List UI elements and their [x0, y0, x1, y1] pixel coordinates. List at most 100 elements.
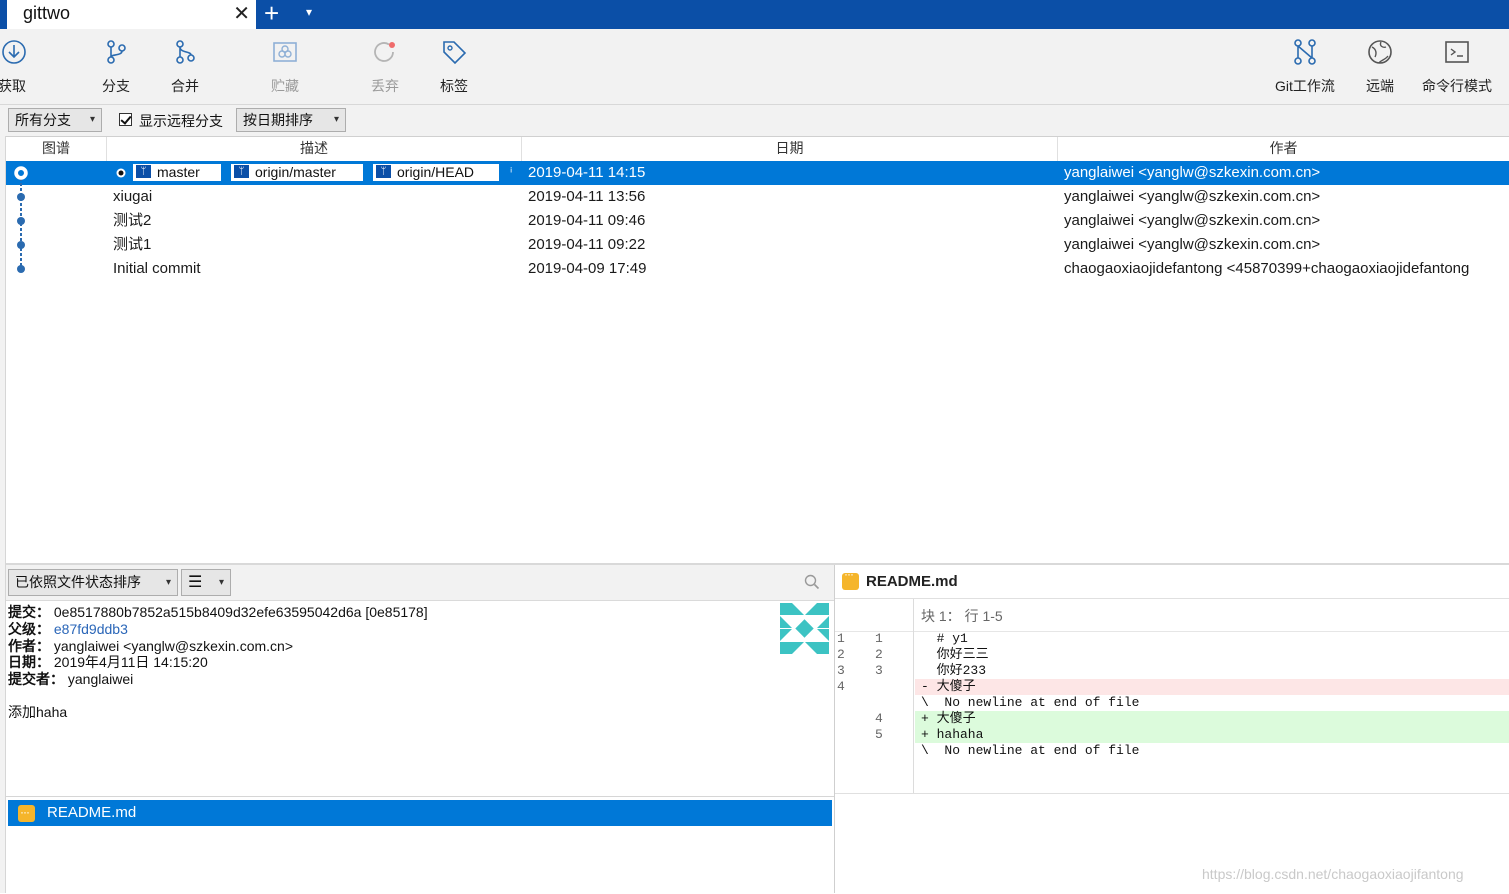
old-line-number: 2: [837, 647, 845, 662]
new-line-number: 4: [875, 711, 883, 726]
stash-label: 贮藏: [271, 78, 299, 94]
filter-bar: 所有分支 ▾ 显示远程分支 按日期排序 ▾: [0, 105, 1509, 137]
diff-line-text: 你好233: [921, 663, 987, 678]
column-date[interactable]: 日期: [522, 137, 1058, 161]
merge-label: 合并: [171, 78, 199, 94]
commit-graph: [14, 166, 28, 273]
new-line-number: 2: [875, 647, 883, 662]
commit-author: yanglaiwei <yanglw@szkexin.com.cn>: [1064, 236, 1321, 253]
old-line-number: 1: [837, 631, 845, 646]
diff-line-added: 5 + hahaha: [835, 727, 1509, 743]
avatar: [780, 603, 829, 654]
commit-row[interactable]: xiugai 2019-04-11 13:56 yanglaiwei <yang…: [6, 185, 1509, 209]
diff-line-text: \ No newline at end of file: [921, 743, 1140, 758]
detail-commit-value: 0e8517880b7852a515b8409d32efe63595042d6a…: [53, 604, 428, 620]
stash-button[interactable]: 贮藏: [263, 29, 307, 104]
diff-file-name: README.md: [866, 573, 958, 590]
git-flow-label: Git工作流: [1275, 78, 1335, 94]
diff-line-text: + hahaha: [915, 727, 1509, 743]
diff-line: \ No newline at end of file: [835, 695, 1509, 711]
search-icon[interactable]: [804, 574, 820, 590]
branch-icon: ᛘ: [234, 165, 249, 178]
branch-filter-select[interactable]: 所有分支 ▾: [8, 108, 102, 132]
terminal-button[interactable]: 命令行模式: [1418, 29, 1496, 104]
diff-line-text: \ No newline at end of file: [921, 695, 1140, 710]
detail-author-value: yanglaiwei <yanglw@szkexin.com.cn>: [53, 637, 293, 654]
discard-button[interactable]: 丢弃: [363, 29, 407, 104]
branch-icon: ᛘ: [136, 165, 151, 178]
toolbar: 获取 分支 合并 贮藏 丢弃 标签 Git工作流 远端 命令行模式: [0, 29, 1509, 105]
commit-row[interactable]: ᛘ master ᛘ origin/master ᛘ origin/HEAD ⁱ 20…: [6, 161, 1509, 185]
diff-line-added: 4 + 大傻子: [835, 711, 1509, 727]
remote-label: 远端: [1366, 78, 1394, 94]
graph-node: [17, 169, 25, 177]
file-row[interactable]: README.md: [8, 799, 832, 826]
remote-button[interactable]: 远端: [1358, 29, 1402, 104]
fetch-label: 获取: [0, 78, 26, 94]
branch-icon: ᛘ: [376, 165, 391, 178]
commit-date: 2019-04-09 17:49: [528, 260, 647, 277]
graph-node: [17, 241, 25, 249]
hunk-header: 块 1： 行 1-5: [835, 599, 1509, 632]
diff-line-text: 你好三三: [921, 647, 989, 662]
detail-parent: 父级： e87fd9ddb3: [8, 621, 834, 638]
head-marker-icon: [116, 164, 126, 181]
file-name: README.md: [47, 804, 137, 821]
chevron-down-icon[interactable]: ▾: [306, 5, 312, 19]
branch-ref-badge[interactable]: ᛘ master: [133, 164, 221, 181]
commit-date: 2019-04-11 13:56: [528, 188, 646, 205]
commit-details: 提交： 0e8517880b7852a515b8409d32efe6359504…: [8, 604, 834, 794]
fetch-icon: [2, 40, 26, 64]
branch-ref-label: origin/master: [255, 164, 336, 180]
detail-commit: 提交： 0e8517880b7852a515b8409d32efe6359504…: [8, 604, 834, 621]
sort-select[interactable]: 按日期排序 ▾: [236, 108, 346, 132]
new-line-number: 1: [875, 631, 883, 646]
diff-line: 3 3 你好233: [835, 663, 1509, 679]
commit-description: 测试2: [113, 212, 152, 229]
sort-value: 按日期排序: [243, 112, 313, 128]
branch-button[interactable]: 分支: [95, 29, 137, 104]
fetch-button[interactable]: 获取: [0, 29, 34, 104]
merge-button[interactable]: 合并: [164, 29, 206, 104]
repo-tab[interactable]: gittwo ✕: [4, 0, 256, 29]
file-sort-select[interactable]: 已依照文件状态排序 ▾: [8, 569, 178, 596]
close-icon[interactable]: ✕: [233, 3, 250, 25]
commit-date: 2019-04-11 09:46: [528, 212, 646, 229]
branch-ref-badge[interactable]: ᛘ origin/HEAD: [373, 164, 499, 181]
commit-row[interactable]: 测试2 2019-04-11 09:46 yanglaiwei <yanglw@…: [6, 209, 1509, 233]
commit-row[interactable]: 测试1 2019-04-11 09:22 yanglaiwei <yanglw@…: [6, 233, 1509, 257]
discard-label: 丢弃: [371, 78, 399, 94]
view-mode-select[interactable]: ☰ ▾: [181, 569, 231, 596]
branch-ref-badge[interactable]: ᛘ origin/master: [231, 164, 363, 181]
modified-icon: [18, 799, 35, 825]
commit-row[interactable]: Initial commit 2019-04-09 17:49 chaogaox…: [6, 257, 1509, 281]
show-remote-checkbox[interactable]: [119, 113, 132, 126]
list-icon: ☰: [188, 574, 203, 591]
parent-commit-link[interactable]: e87fd9ddb3: [54, 621, 128, 637]
tag-label: 标签: [440, 78, 468, 94]
discard-icon: [374, 42, 395, 62]
commit-author: chaogaoxiaojidefantong <45870399+chaogao…: [1064, 260, 1470, 277]
chevron-down-icon: ▾: [218, 577, 224, 588]
column-author[interactable]: 作者: [1058, 137, 1509, 161]
tag-button[interactable]: 标签: [432, 29, 476, 104]
git-flow-button[interactable]: Git工作流: [1270, 29, 1340, 104]
column-graph[interactable]: 图谱: [6, 137, 107, 161]
branch-icon: [107, 40, 126, 64]
commit-table-header: 图谱 描述 日期 作者: [6, 137, 1509, 162]
diff-line-text: # y1: [921, 631, 968, 646]
new-line-number: 3: [875, 663, 883, 678]
branch-filter-value: 所有分支: [15, 112, 71, 128]
column-description[interactable]: 描述: [107, 137, 522, 161]
details-toolbar: 已依照文件状态排序 ▾ ☰ ▾: [6, 565, 834, 601]
branch-ref-label: origin/HEAD: [397, 164, 475, 180]
diff-header: README.md: [835, 565, 1509, 599]
diff-line-text: + 大傻子: [915, 711, 1509, 727]
new-tab-button[interactable]: +: [264, 0, 279, 28]
diff-line-text: - 大傻子: [915, 679, 1509, 695]
file-sort-value: 已依照文件状态排序: [15, 574, 141, 590]
terminal-label: 命令行模式: [1422, 78, 1492, 94]
show-remote-label: 显示远程分支: [139, 113, 223, 129]
stash-icon: [273, 42, 297, 62]
more-refs-icon[interactable]: ⁱ: [510, 161, 512, 185]
